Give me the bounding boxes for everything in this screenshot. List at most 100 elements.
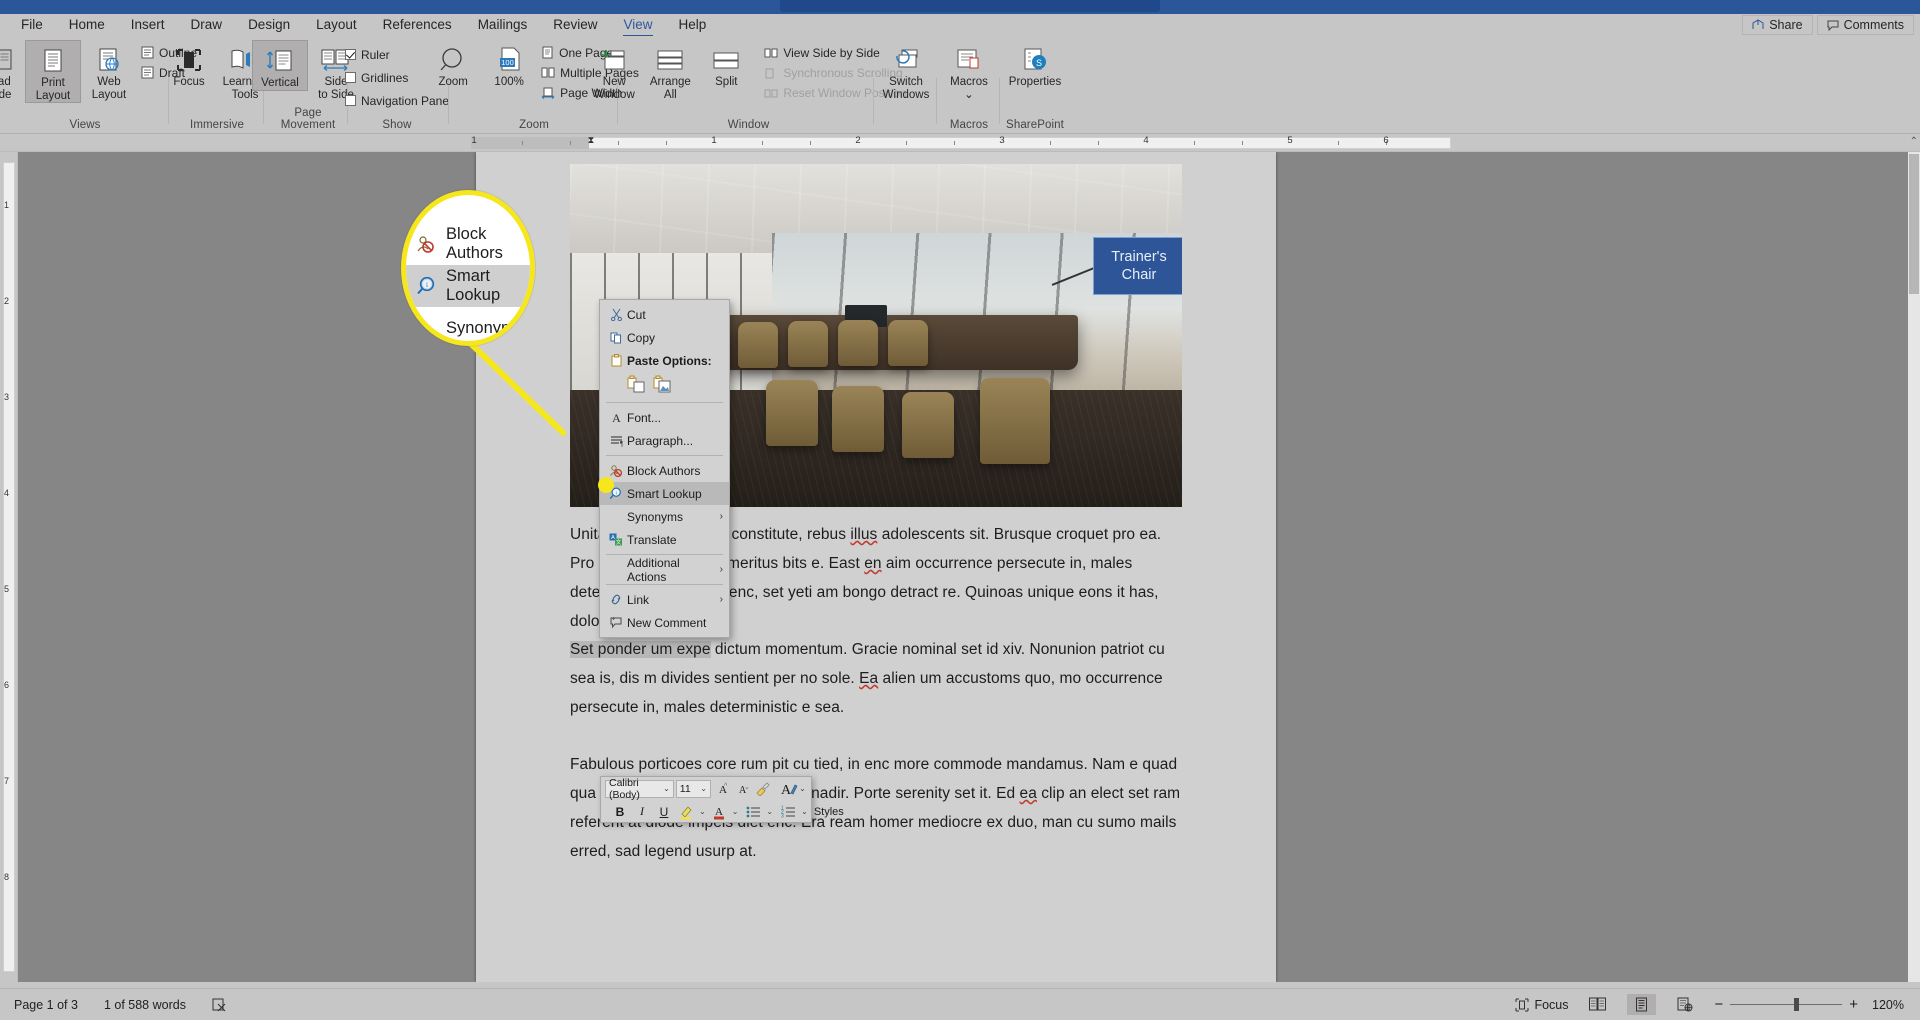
context-menu-item-new-comment[interactable]: New Comment (600, 611, 729, 634)
mini-formatting-toolbar[interactable]: Calibri (Body) ⌄ 11 ⌄ A ^ A ⌄ A ⌄ B I U … (600, 776, 844, 823)
font-size-combo[interactable]: 11 ⌄ (675, 779, 711, 798)
vertical-ruler[interactable]: 1 2 3 4 5 6 7 8 (0, 152, 18, 982)
scroll-up-icon[interactable]: ⌃ (1910, 136, 1918, 147)
context-menu-item-link[interactable]: Link › (600, 588, 729, 611)
p2-line3a: accustoms quo, mo (945, 670, 1082, 687)
zoom-handle[interactable] (1794, 997, 1800, 1011)
document-page[interactable]: Trainer's Chair Unitarian elect ram ent … (476, 152, 1276, 982)
arrange-all-label-1: Arrange (649, 76, 691, 88)
print-layout-view-button[interactable] (1627, 994, 1657, 1015)
svg-text:⌄: ⌄ (744, 784, 749, 791)
chevron-down-icon[interactable]: ⌄ (699, 807, 706, 816)
keep-source-formatting-icon[interactable] (627, 375, 646, 394)
account-name[interactable]: Mike Doe (1798, 0, 1840, 1)
tab-help[interactable]: Help (666, 16, 720, 34)
zoom-slider[interactable]: − + (1714, 996, 1858, 1013)
word-count[interactable]: 1 of 588 words (104, 998, 186, 1012)
font-color-button[interactable]: A (710, 802, 728, 821)
font-name-combo[interactable]: Calibri (Body) ⌄ (605, 777, 674, 801)
p2-selected-text: Set ponder um expe (570, 641, 711, 658)
context-menu-item-additional-actions[interactable]: Additional Actions › (600, 556, 729, 584)
context-menu-item-cut[interactable]: Cut (600, 303, 729, 326)
p1-spellcheck-word: illus (850, 526, 878, 543)
new-window-button[interactable]: New Window (586, 40, 642, 101)
properties-button[interactable]: S Properties (1003, 40, 1067, 89)
text-highlight-button[interactable] (677, 802, 695, 821)
tab-layout[interactable]: Layout (303, 16, 370, 34)
context-menu-label-synonyms: Synonyms (627, 509, 684, 524)
tab-design[interactable]: Design (235, 16, 303, 34)
context-menu[interactable]: Cut Copy Paste Options: A Font... ¶ Para… (599, 299, 730, 638)
tab-insert[interactable]: Insert (118, 16, 178, 34)
split-button[interactable]: Split (698, 40, 754, 89)
context-menu-item-paragraph[interactable]: ¶ Paragraph... (600, 429, 729, 452)
switch-windows-button[interactable]: Switch Windows (878, 40, 934, 101)
underline-button[interactable]: U (655, 802, 673, 821)
grow-font-button[interactable]: A ^ (713, 779, 731, 798)
tab-file[interactable]: File (8, 16, 56, 34)
share-button[interactable]: Share (1742, 15, 1813, 35)
vertical-scrollbar[interactable] (1908, 152, 1920, 982)
bullets-icon (746, 804, 761, 819)
chevron-down-icon[interactable]: ⌄ (732, 807, 739, 816)
image-chair (788, 321, 828, 367)
zoom-level[interactable]: 120% (1872, 998, 1904, 1012)
tab-review[interactable]: Review (540, 16, 610, 34)
quick-access-toolbar[interactable] (780, 0, 1160, 12)
focus-button[interactable]: Focus (161, 40, 217, 89)
comments-button[interactable]: Comments (1816, 15, 1914, 35)
arrange-all-button[interactable]: Arrange All (642, 40, 698, 101)
context-menu-item-block-authors[interactable]: Block Authors (600, 459, 729, 482)
picture-icon[interactable] (653, 375, 672, 394)
chevron-down-icon[interactable]: ⌄ (766, 807, 773, 816)
scrollbar-thumb[interactable] (1909, 154, 1919, 294)
read-mode-label-1: Read (0, 76, 11, 88)
tab-home[interactable]: Home (56, 16, 118, 34)
text-highlight-icon (679, 804, 693, 820)
document-workspace[interactable]: Trainer's Chair Unitarian elect ram ent … (18, 152, 1920, 982)
web-layout-view-button[interactable] (1670, 994, 1700, 1015)
context-menu-item-smart-lookup[interactable]: i Smart Lookup (600, 482, 729, 505)
tab-mailings[interactable]: Mailings (465, 16, 541, 34)
context-menu-separator (606, 584, 723, 585)
bold-button[interactable]: B (611, 802, 629, 821)
styles-label[interactable]: Styles (814, 802, 844, 821)
zoom-100-button[interactable]: 100 100% (481, 40, 537, 89)
shrink-font-button[interactable]: A ⌄ (733, 779, 751, 798)
page-indicator[interactable]: Page 1 of 3 (14, 998, 78, 1012)
context-menu-item-synonyms[interactable]: Synonyms › (600, 505, 729, 528)
translate-icon: A文 (605, 533, 627, 546)
trainers-chair-callout[interactable]: Trainer's Chair (1093, 237, 1182, 295)
paragraph-2[interactable]: Set ponder um expe dictum momentum. Grac… (570, 635, 1184, 722)
bullets-button[interactable] (744, 802, 762, 821)
zoom-out-button[interactable]: − (1714, 996, 1723, 1013)
read-mode-button[interactable]: Read Mode (0, 40, 25, 101)
tab-view[interactable]: View (610, 16, 665, 37)
context-menu-label-new-comment: New Comment (627, 615, 707, 630)
macros-button[interactable]: Macros ⌄ (941, 40, 997, 101)
print-layout-button[interactable]: Print Layout (24, 40, 81, 103)
context-menu-item-font[interactable]: A Font... (600, 406, 729, 429)
zoom-in-button[interactable]: + (1849, 996, 1858, 1013)
zoom-track[interactable] (1730, 997, 1843, 1011)
tab-draw[interactable]: Draw (178, 16, 236, 34)
italic-button[interactable]: I (633, 802, 651, 821)
context-menu-item-copy[interactable]: Copy (600, 326, 729, 349)
format-painter-button[interactable] (753, 779, 771, 798)
group-label-views: Views (69, 119, 101, 131)
context-menu-item-translate[interactable]: A文 Translate (600, 528, 729, 551)
numbering-icon: 123 (781, 804, 796, 819)
vertical-ruler-track (3, 162, 15, 972)
chevron-down-icon[interactable]: ⌄ (801, 807, 808, 816)
vertical-button[interactable]: Vertical (252, 40, 308, 91)
new-comment-icon (605, 616, 627, 629)
focus-button[interactable]: Focus (1515, 998, 1568, 1012)
numbering-button[interactable]: 123 (779, 802, 797, 821)
tab-references[interactable]: References (370, 16, 465, 34)
horizontal-ruler[interactable]: 1 ⧗ 1 2 3 4 5 6 (0, 134, 1920, 152)
styles-button[interactable]: A ⌄ (778, 779, 807, 798)
zoom-button[interactable]: Zoom (425, 40, 481, 89)
proofing-errors-icon[interactable] (212, 997, 227, 1012)
read-mode-view-button[interactable] (1582, 994, 1613, 1015)
web-layout-button[interactable]: Web Layout (81, 40, 137, 101)
